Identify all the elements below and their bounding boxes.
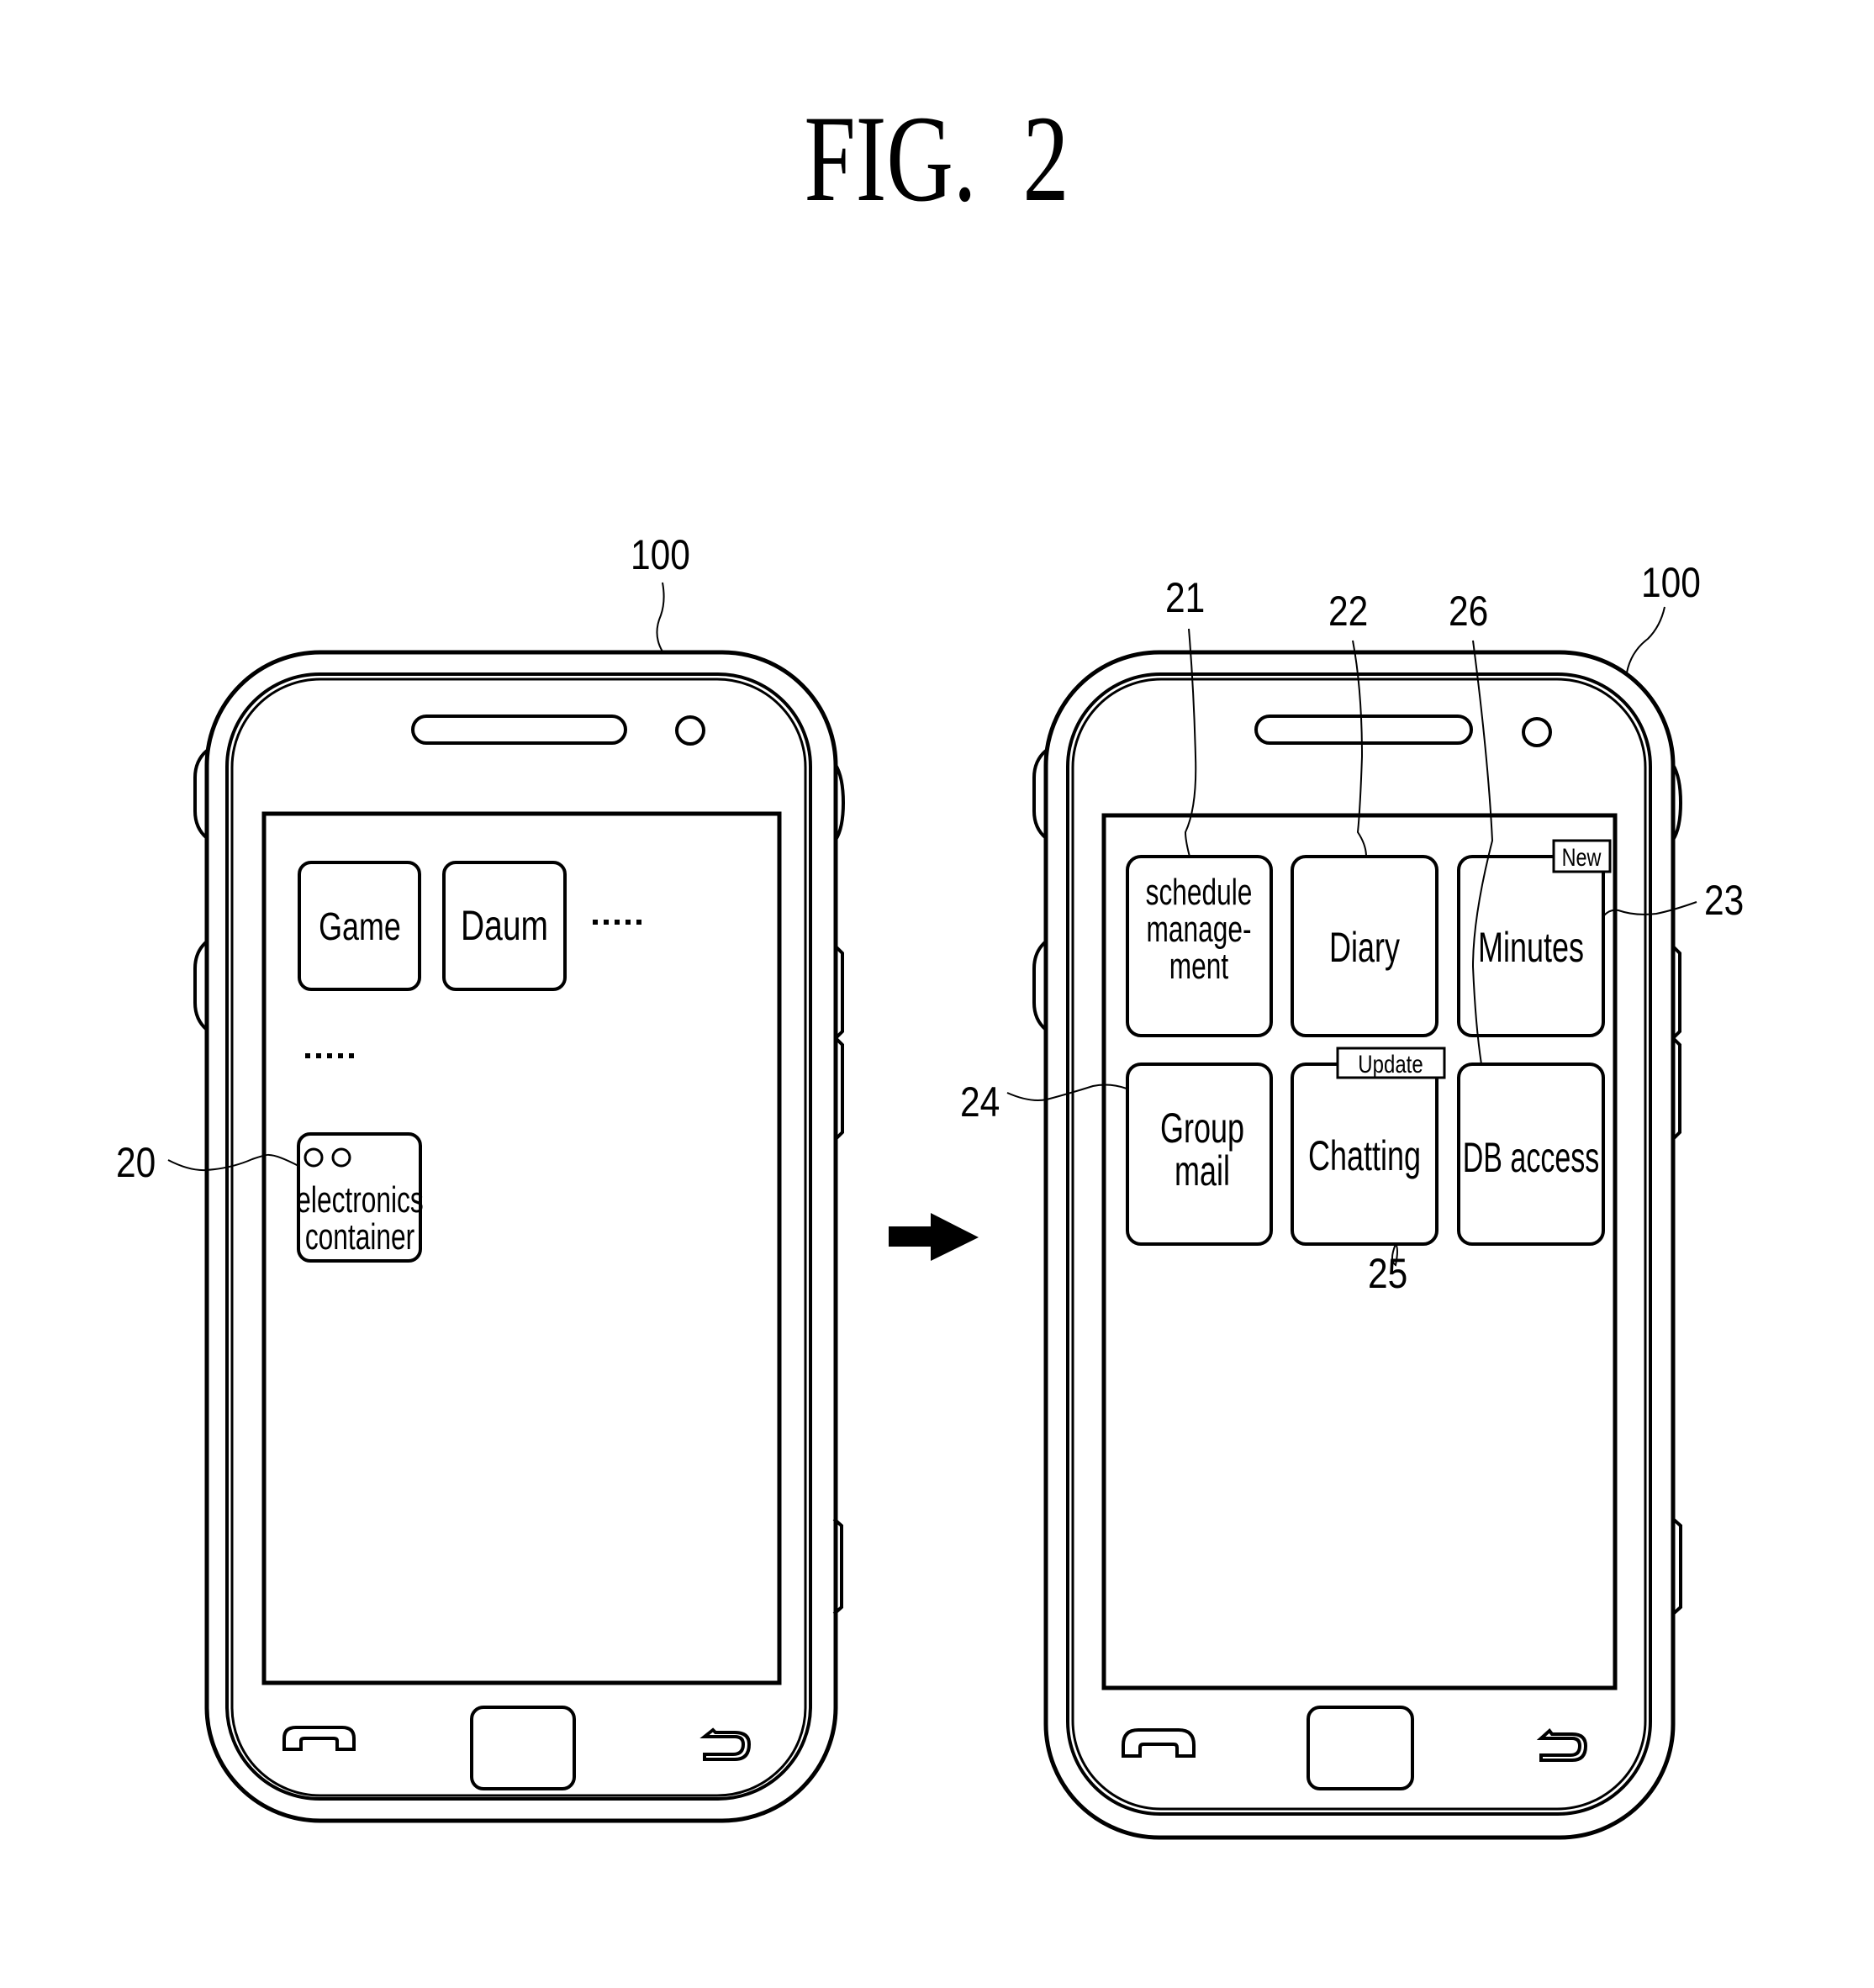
leader-line-26	[1471, 640, 1494, 1065]
ellipsis-more-apps-row2	[305, 1053, 354, 1058]
ref-label-right-phone: 100	[1641, 559, 1701, 606]
ref-label-21: 21	[1165, 574, 1205, 621]
ellipsis-more-apps-row1	[593, 920, 641, 925]
leader-line-right-phone	[1626, 606, 1665, 673]
tile-label-line: mail	[1175, 1148, 1230, 1194]
ref-label-electronics-container: 20	[116, 1139, 156, 1186]
tile-label: Diary	[1329, 925, 1400, 971]
left-phone-call-icon[interactable]	[282, 1726, 356, 1751]
app-tile-electronics-container[interactable]: electronics container	[296, 1132, 424, 1263]
ref-label-22: 22	[1328, 588, 1368, 635]
electronics-container-label-line1: electronics	[296, 1179, 423, 1221]
container-circle-icon	[331, 1147, 351, 1168]
left-phone-home-button[interactable]	[470, 1706, 576, 1790]
tile-label-line: ment	[1169, 946, 1229, 987]
badge-new: New	[1552, 839, 1612, 873]
right-phone-back-icon[interactable]	[1536, 1728, 1588, 1762]
left-phone-camera-icon	[675, 715, 705, 746]
ref-label-26: 26	[1449, 588, 1488, 635]
badge-update-label: Update	[1358, 1049, 1423, 1078]
right-phone-home-button[interactable]	[1307, 1706, 1414, 1790]
left-phone-body	[204, 650, 838, 1823]
app-tile-minutes[interactable]: Minutes New	[1457, 839, 1612, 1037]
app-tile-game[interactable]: Game	[298, 861, 421, 991]
tile-label-line: manage-	[1146, 909, 1251, 950]
container-circle-icon	[304, 1147, 324, 1168]
figure-title: FIG. 2	[805, 91, 1069, 228]
app-tile-db-access[interactable]: DB access	[1457, 1063, 1605, 1246]
leader-line-left-phone	[656, 582, 665, 652]
tile-label-line: Group	[1160, 1105, 1244, 1152]
tile-label: Chatting	[1308, 1133, 1421, 1179]
right-phone-camera-icon	[1522, 717, 1552, 747]
ref-label-left-phone: 100	[631, 531, 690, 578]
ref-label-23: 23	[1704, 877, 1744, 924]
app-tile-daum[interactable]: Daum	[442, 861, 567, 991]
badge-update: Update	[1336, 1047, 1446, 1079]
right-phone-speaker	[1254, 715, 1473, 745]
transition-arrow-icon	[889, 1213, 979, 1261]
left-phone-speaker	[411, 715, 627, 745]
tile-label-line: schedule	[1146, 872, 1253, 913]
badge-new-label: New	[1562, 843, 1602, 871]
app-tile-schedule-management[interactable]: schedule manage- ment	[1126, 855, 1273, 1037]
ref-label-25: 25	[1368, 1250, 1407, 1297]
app-tile-diary[interactable]: Diary	[1291, 855, 1438, 1037]
app-tile-game-label: Game	[319, 905, 401, 948]
app-tile-group-mail[interactable]: Group mail	[1126, 1063, 1273, 1246]
tile-label: Minutes	[1478, 925, 1584, 971]
tile-label: DB access	[1463, 1135, 1599, 1182]
patent-figure: FIG. 2 Game Daum electronics container 1…	[116, 91, 1744, 1840]
ref-label-24: 24	[960, 1078, 1000, 1126]
app-tile-chatting[interactable]: Chatting Update	[1291, 1047, 1446, 1246]
right-phone-call-icon[interactable]	[1122, 1728, 1196, 1758]
electronics-container-label-line2: container	[305, 1216, 414, 1258]
leader-line-21	[1184, 628, 1197, 857]
left-phone-back-icon[interactable]	[699, 1727, 752, 1761]
app-tile-daum-label: Daum	[461, 901, 548, 949]
left-phone: Game Daum electronics container	[193, 650, 846, 1823]
